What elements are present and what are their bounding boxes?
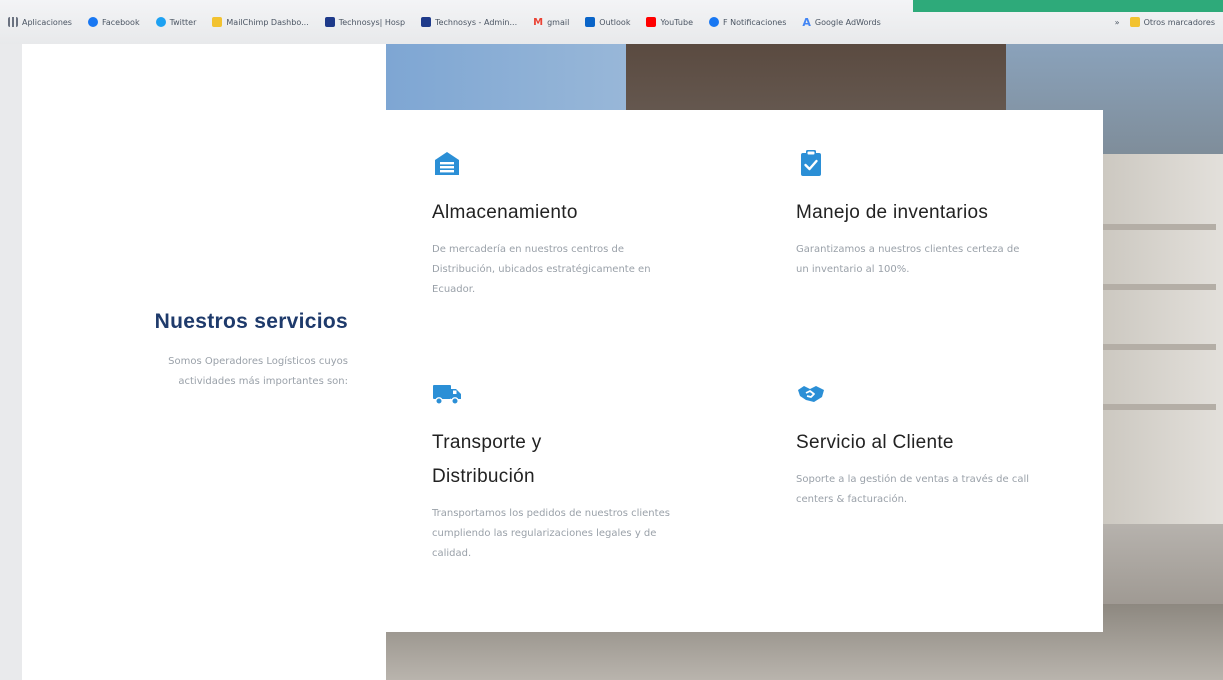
gmail-icon: M xyxy=(533,16,544,28)
clipboard-check-icon xyxy=(801,150,821,176)
other-bookmarks-label: Otros marcadores xyxy=(1143,17,1215,27)
service-name: Almacenamiento xyxy=(432,202,578,223)
accent-strip xyxy=(913,0,1223,12)
bookmark-youtube[interactable]: YouTube xyxy=(646,17,693,27)
service-description: Soporte a la gestión de ventas a través … xyxy=(796,474,1030,505)
bookmark-label: MailChimp Dashbo... xyxy=(226,17,309,27)
bookmark-label: F Notificaciones xyxy=(722,17,787,27)
bookmark-label: Outlook xyxy=(599,17,631,27)
section-description: Somos Operadores Logísticos cuyos activi… xyxy=(168,356,348,387)
apps-grid-icon xyxy=(8,17,18,27)
service-transporte: Transporte y Distribución Transportamos … xyxy=(432,378,732,564)
bookmark-apps[interactable]: Aplicaciones xyxy=(8,17,72,27)
bookmark-label: Technosys - Admin... xyxy=(435,17,518,27)
service-manejo-inventarios: Manejo de inventarios Garantizamos a nue… xyxy=(796,148,1096,280)
technosys-icon xyxy=(421,17,432,27)
service-name: Servicio al Cliente xyxy=(796,432,954,453)
bookmark-label: YouTube xyxy=(660,17,693,27)
bookmark-label: gmail xyxy=(547,17,570,27)
bookmark-label: Facebook xyxy=(101,17,140,27)
youtube-icon xyxy=(646,17,657,27)
facebook-icon xyxy=(87,17,98,27)
bookmark-notificaciones[interactable]: F Notificaciones xyxy=(708,17,787,27)
section-title: Nuestros servicios xyxy=(154,310,348,333)
truck-icon xyxy=(433,385,461,405)
twitter-icon xyxy=(155,17,166,27)
service-description: Transportamos los pedidos de nuestros cl… xyxy=(432,508,670,559)
service-description: De mercadería en nuestros centros de Dis… xyxy=(432,244,651,295)
folder-icon xyxy=(1129,17,1140,27)
service-almacenamiento: Almacenamiento De mercadería en nuestros… xyxy=(432,148,732,300)
bookmark-gmail[interactable]: M gmail xyxy=(533,17,569,28)
other-bookmarks[interactable]: Otros marcadores xyxy=(1129,17,1215,27)
handshake-icon xyxy=(798,386,824,402)
service-atencion-cliente: Servicio al Cliente Soporte a la gestión… xyxy=(796,378,1096,510)
bookmark-label: Google AdWords xyxy=(814,17,881,27)
bookmark-technosys-admin[interactable]: Technosys - Admin... xyxy=(421,17,517,27)
more-bookmarks-chevron[interactable]: » xyxy=(1115,18,1120,27)
bookmark-mailchimp[interactable]: MailChimp Dashbo... xyxy=(212,17,309,27)
service-name: Manejo de inventarios xyxy=(796,202,989,223)
mailchimp-icon xyxy=(212,17,223,27)
bookmark-twitter[interactable]: Twitter xyxy=(155,17,197,27)
services-card: Almacenamiento De mercadería en nuestros… xyxy=(386,110,1103,632)
outlook-icon xyxy=(585,17,596,27)
bookmark-facebook[interactable]: Facebook xyxy=(87,17,140,27)
warehouse-icon xyxy=(435,152,459,175)
bookmark-label: Technosys| Hosp xyxy=(338,17,406,27)
adwords-icon: A xyxy=(802,15,811,29)
bookmark-label: Aplicaciones xyxy=(22,17,72,27)
bookmark-label: Twitter xyxy=(169,17,197,27)
service-description: Garantizamos a nuestros clientes certeza… xyxy=(796,244,1020,275)
facebook-icon xyxy=(708,17,719,27)
bookmark-adwords[interactable]: A Google AdWords xyxy=(802,16,880,29)
services-intro-panel: Nuestros servicios Somos Operadores Logí… xyxy=(22,44,386,680)
technosys-icon xyxy=(324,17,335,27)
bookmark-outlook[interactable]: Outlook xyxy=(585,17,630,27)
bookmark-technosys-hosp[interactable]: Technosys| Hosp xyxy=(324,17,406,27)
service-name: Transporte y Distribución xyxy=(432,432,542,487)
